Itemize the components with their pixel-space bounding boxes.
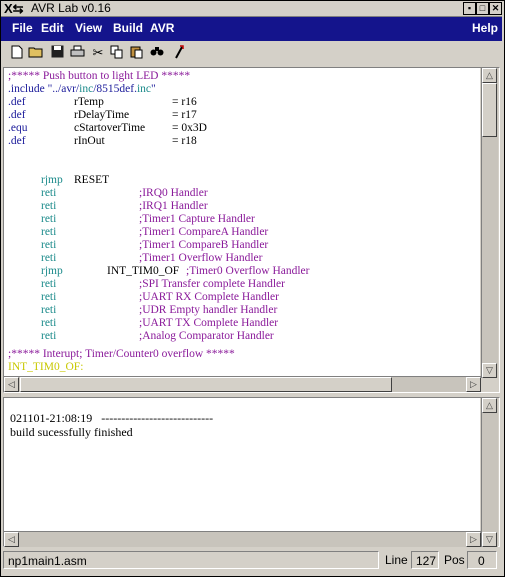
output-line: 021101-21:08:19 ------------------------…: [10, 411, 214, 425]
code-token: ;Timer1 Overflow Handler: [139, 252, 263, 264]
menu-help[interactable]: Help: [472, 21, 498, 35]
code-token: ;Timer1 Capture Handler: [139, 213, 255, 225]
code-token: = 0x3D: [172, 122, 207, 134]
code-line: .equ: [8, 122, 28, 134]
output-line: build sucessfully finished: [10, 425, 133, 439]
code-token: ;SPI Transfer complete Handler: [139, 278, 285, 290]
scroll-up-icon[interactable]: △: [482, 398, 497, 413]
code-token: = r18: [172, 135, 197, 147]
line-label: Line: [385, 553, 408, 567]
status-bar: np1main1.asm Line 127 Pos 0: [1, 549, 502, 573]
code-token: reti: [41, 278, 57, 290]
code-token: ;Analog Comparator Handler: [139, 330, 274, 342]
code-token: ;UART TX Complete Handler: [139, 317, 279, 329]
maximize-button[interactable]: □: [476, 2, 489, 15]
pos-label: Pos: [444, 553, 465, 567]
code-line: .def: [8, 135, 26, 147]
code-token: reti: [41, 291, 57, 303]
print-icon[interactable]: [69, 45, 85, 61]
code-editor[interactable]: ;***** Push button to light LED ***** .i…: [4, 68, 480, 376]
code-token: reti: [41, 239, 57, 251]
code-token: = r17: [172, 109, 197, 121]
code-token: cStartoverTime: [74, 122, 146, 134]
menu-view[interactable]: View: [75, 21, 102, 35]
line-value: 127: [411, 551, 439, 569]
code-token: reti: [41, 317, 57, 329]
code-token: ;IRQ0 Handler: [139, 187, 208, 199]
editor-vertical-scrollbar[interactable]: △ ▽: [481, 68, 498, 378]
code-token: reti: [41, 213, 57, 225]
minimize-button[interactable]: ▪: [463, 2, 476, 15]
code-token: ;Timer0 Overflow Handler: [186, 265, 310, 277]
scroll-down-icon[interactable]: ▽: [482, 363, 497, 378]
code-token: ;UART RX Complete Handler: [139, 291, 279, 303]
editor-vscroll-thumb[interactable]: [482, 83, 497, 137]
code-token: ;IRQ1 Handler: [139, 200, 208, 212]
code-token: RESET: [74, 174, 110, 186]
editor-hscroll-thumb[interactable]: [20, 377, 392, 392]
code-line: .def: [8, 96, 26, 108]
code-token: rDelayTime: [74, 109, 130, 121]
code-line: INT_TIM0_OF:: [8, 361, 84, 373]
open-folder-icon[interactable]: [28, 45, 44, 61]
editor-horizontal-scrollbar[interactable]: ◁ ▷: [4, 376, 481, 392]
scroll-up-icon[interactable]: △: [482, 68, 497, 83]
toolbar: ✂: [1, 42, 502, 66]
find-binoculars-icon[interactable]: [149, 45, 165, 61]
code-line: .include "../avr/inc/8515def.inc": [8, 83, 156, 95]
code-token: reti: [41, 330, 57, 342]
window-menu-icon[interactable]: X⇆: [4, 1, 24, 16]
cut-scissors-icon[interactable]: ✂: [90, 45, 106, 61]
title-bar[interactable]: X⇆ AVR Lab v0.16 ▪ □ ✕: [1, 1, 502, 17]
paste-icon[interactable]: [129, 45, 145, 61]
scroll-right-icon[interactable]: ▷: [466, 377, 481, 392]
code-token: rInOut: [74, 135, 105, 147]
output-vertical-scrollbar[interactable]: △ ▽: [481, 398, 498, 547]
code-token: reti: [41, 226, 57, 238]
build-output[interactable]: 021101-21:08:19 ------------------------…: [4, 398, 480, 531]
code-line: ;***** Interupt; Timer/Counter0 overflow…: [8, 348, 235, 360]
code-token: rjmp: [41, 265, 63, 277]
menu-avr[interactable]: AVR: [150, 21, 174, 35]
copy-icon[interactable]: [109, 45, 125, 61]
save-disk-icon[interactable]: [49, 45, 65, 61]
new-file-icon[interactable]: [9, 45, 25, 61]
code-token: INT_TIM0_OF: [107, 265, 180, 277]
code-token: reti: [41, 304, 57, 316]
scroll-right-icon[interactable]: ▷: [466, 532, 481, 547]
code-token: reti: [41, 187, 57, 199]
code-token: ;Timer1 CompareB Handler: [139, 239, 269, 251]
scroll-down-icon[interactable]: ▽: [482, 532, 497, 547]
code-token: rTemp: [74, 96, 104, 108]
menu-file[interactable]: File: [12, 21, 33, 35]
scroll-left-icon[interactable]: ◁: [4, 377, 19, 392]
code-token: reti: [41, 252, 57, 264]
pos-value: 0: [467, 551, 497, 569]
code-token: = r16: [172, 96, 197, 108]
menu-build[interactable]: Build: [113, 21, 143, 35]
code-token: ;Timer1 CompareA Handler: [139, 226, 269, 238]
code-token: rjmp: [41, 174, 63, 186]
code-line: .def: [8, 109, 26, 121]
scroll-left-icon[interactable]: ◁: [4, 532, 19, 547]
build-wand-icon[interactable]: [171, 45, 187, 61]
output-horizontal-scrollbar[interactable]: ◁ ▷: [4, 531, 481, 547]
code-token: ;UDR Empty handler Handler: [139, 304, 278, 316]
status-filename: np1main1.asm: [3, 551, 379, 569]
code-token: reti: [41, 200, 57, 212]
menu-bar: File Edit View Build AVR Help: [1, 17, 502, 41]
menu-edit[interactable]: Edit: [41, 21, 64, 35]
window-title: AVR Lab v0.16: [31, 1, 111, 15]
close-button[interactable]: ✕: [489, 2, 502, 15]
code-line: ;***** Push button to light LED *****: [8, 70, 191, 82]
